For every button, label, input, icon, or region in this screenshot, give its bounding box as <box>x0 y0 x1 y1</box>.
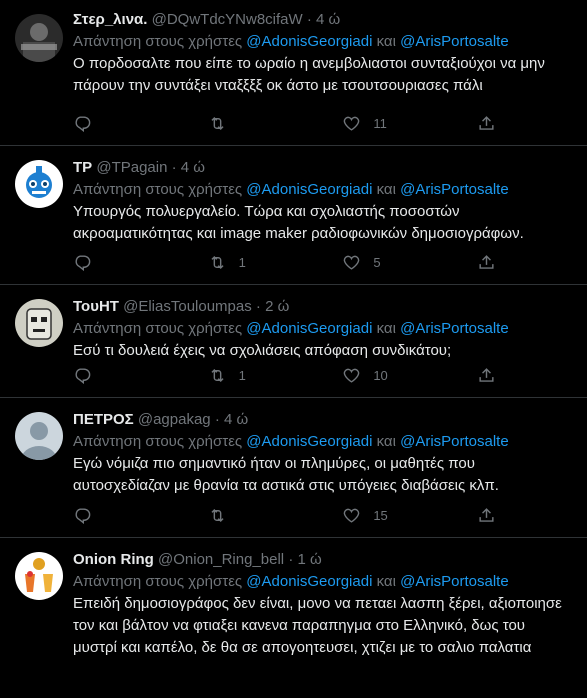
handle[interactable]: @EliasTouloumpas <box>123 298 252 315</box>
avatar[interactable] <box>15 299 63 347</box>
tweet[interactable]: ΠΕΤΡΟΣ @agpakag · 4 ώ Απάντηση στους χρή… <box>0 398 587 538</box>
handle[interactable]: @agpakag <box>138 411 211 428</box>
display-name[interactable]: ΤουΗΤ <box>73 298 119 315</box>
share-icon <box>479 254 494 269</box>
tweet[interactable]: TP @TPagain · 4 ώ Απάντηση στους χρήστες… <box>0 146 587 285</box>
retweet-icon <box>211 116 224 130</box>
action-bar: 1 10 <box>73 365 497 385</box>
retweet-count: 1 <box>238 367 246 383</box>
handle[interactable]: @Onion_Ring_bell <box>158 551 284 568</box>
timestamp[interactable]: · 2 ώ <box>256 298 289 315</box>
mention-link[interactable]: @ArisPortosalte <box>400 181 509 198</box>
tweet-text: Ο πορδοσαλτε που είπε το ωραίο η ανεμβολ… <box>73 55 545 94</box>
tweet-text: Επειδή δημοσιογράφος δεν είναι, μονο να … <box>73 595 562 656</box>
like-count: 10 <box>373 367 388 383</box>
reply-conjunction: και <box>376 33 396 50</box>
reply-icon <box>75 367 91 384</box>
share-button[interactable] <box>477 506 497 525</box>
handle[interactable]: @DQwTdcYNw8cifaW <box>152 11 303 28</box>
mention-link[interactable]: @AdonisGeorgiadi <box>246 320 372 337</box>
mention-link[interactable]: @ArisPortosalte <box>400 573 509 590</box>
retweet-icon <box>211 255 224 269</box>
avatar[interactable] <box>15 160 63 208</box>
retweet-count: 1 <box>238 254 246 270</box>
like-icon <box>344 368 360 383</box>
mention-link[interactable]: @AdonisGeorgiadi <box>246 181 372 198</box>
reply-context: Απάντηση στους χρήστες @AdonisGeorgiadi … <box>73 319 571 339</box>
tweet[interactable]: Στερ_λινα. @DQwTdcYNw8cifaW · 4 ώ Απάντη… <box>0 0 587 146</box>
like-icon <box>344 255 360 270</box>
tweet[interactable]: ΤουΗΤ @EliasTouloumpas · 2 ώ Απάντηση στ… <box>0 285 587 398</box>
reply-prefix: Απάντηση στους χρήστες <box>73 433 243 450</box>
avatar[interactable] <box>15 412 63 460</box>
display-name[interactable]: TP <box>73 159 92 176</box>
reply-prefix: Απάντηση στους χρήστες <box>73 181 243 198</box>
reply-context: Απάντηση στους χρήστες @AdonisGeorgiadi … <box>73 32 571 52</box>
retweet-button[interactable] <box>208 114 293 133</box>
reply-conjunction: και <box>376 320 396 337</box>
like-count: 5 <box>373 254 381 270</box>
timestamp[interactable]: · 1 ώ <box>288 551 321 568</box>
share-icon <box>479 507 494 522</box>
reply-prefix: Απάντηση στους χρήστες <box>73 573 243 590</box>
like-button[interactable]: 5 <box>342 253 427 272</box>
action-bar: 15 <box>73 505 497 525</box>
reply-conjunction: και <box>376 573 396 590</box>
retweet-icon <box>211 508 224 522</box>
timeline: Στερ_λινα. @DQwTdcYNw8cifaW · 4 ώ Απάντη… <box>0 0 587 698</box>
like-count: 11 <box>373 115 387 131</box>
mention-link[interactable]: @ArisPortosalte <box>400 33 509 50</box>
mention-link[interactable]: @AdonisGeorgiadi <box>246 33 372 50</box>
mention-link[interactable]: @ArisPortosalte <box>400 433 509 450</box>
mention-link[interactable]: @ArisPortosalte <box>400 320 509 337</box>
reply-prefix: Απάντηση στους χρήστες <box>73 320 243 337</box>
reply-button[interactable] <box>73 506 158 525</box>
timestamp[interactable]: · 4 ώ <box>307 11 340 28</box>
share-button[interactable] <box>477 253 497 272</box>
retweet-button[interactable] <box>208 506 293 525</box>
reply-icon <box>75 115 91 132</box>
share-button[interactable] <box>477 366 497 385</box>
mention-link[interactable]: @AdonisGeorgiadi <box>246 573 372 590</box>
reply-context: Απάντηση στους χρήστες @AdonisGeorgiadi … <box>73 180 571 200</box>
tweet[interactable]: Onion Ring @Onion_Ring_bell · 1 ώ Απάντη… <box>0 538 587 698</box>
tweet-text: Εγώ νόμιζα πιο σημαντικό ήταν οι πλημύρε… <box>73 455 499 494</box>
like-button[interactable]: 15 <box>342 506 427 525</box>
reply-icon <box>75 507 91 524</box>
like-button[interactable]: 10 <box>342 366 427 385</box>
action-bar: 1 5 <box>73 252 497 272</box>
reply-button[interactable] <box>73 253 158 272</box>
reply-context: Απάντηση στους χρήστες @AdonisGeorgiadi … <box>73 432 571 452</box>
like-button[interactable]: 11 <box>342 114 427 133</box>
timestamp[interactable]: · 4 ώ <box>215 411 248 428</box>
reply-conjunction: και <box>376 181 396 198</box>
reply-icon <box>75 254 91 271</box>
retweet-button[interactable]: 1 <box>208 253 293 272</box>
retweet-icon <box>211 368 224 382</box>
tweet-text: Εσύ τι δουλειά έχεις να σχολιάσεις απόφα… <box>73 342 452 359</box>
reply-button[interactable] <box>73 366 158 385</box>
share-button[interactable] <box>477 114 497 133</box>
action-bar: 11 <box>73 113 497 133</box>
like-count: 15 <box>373 507 388 523</box>
like-icon <box>344 116 360 131</box>
avatar[interactable] <box>15 552 63 600</box>
handle[interactable]: @TPagain <box>96 159 167 176</box>
reply-button[interactable] <box>73 114 158 133</box>
share-icon <box>479 115 494 130</box>
retweet-button[interactable]: 1 <box>208 366 293 385</box>
display-name[interactable]: ΠΕΤΡΟΣ <box>73 411 134 428</box>
avatar[interactable] <box>15 14 63 62</box>
display-name[interactable]: Στερ_λινα. <box>73 11 147 28</box>
tweet-text: Υπουργός πολυεργαλείο. Τώρα και σχολιαστ… <box>73 203 524 242</box>
timestamp[interactable]: · 4 ώ <box>172 159 205 176</box>
share-icon <box>479 367 494 382</box>
reply-conjunction: και <box>376 433 396 450</box>
mention-link[interactable]: @AdonisGeorgiadi <box>246 433 372 450</box>
reply-context: Απάντηση στους χρήστες @AdonisGeorgiadi … <box>73 572 571 592</box>
display-name[interactable]: Onion Ring <box>73 551 154 568</box>
reply-prefix: Απάντηση στους χρήστες <box>73 33 243 50</box>
like-icon <box>344 508 360 523</box>
